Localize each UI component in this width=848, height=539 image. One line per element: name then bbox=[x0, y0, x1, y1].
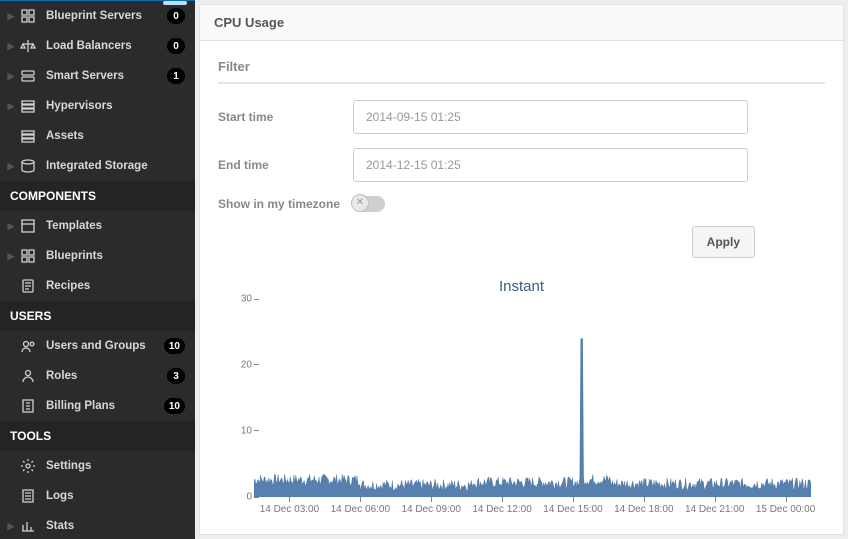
nav-list: ▶Blueprint Servers0▶Load Balancers0▶Smar… bbox=[0, 1, 195, 539]
count-badge: 10 bbox=[164, 338, 185, 354]
panel-body: Filter Start time End time Show in my ti… bbox=[199, 41, 844, 535]
sidebar-item-label: Users and Groups bbox=[46, 340, 164, 352]
start-time-input[interactable] bbox=[353, 100, 748, 134]
server-icon bbox=[18, 68, 38, 84]
toggle-knob-icon: ✕ bbox=[351, 194, 369, 212]
x-axis-tick: 14 Dec 09:00 bbox=[401, 504, 461, 515]
filter-row-start: Start time bbox=[218, 100, 825, 134]
chart-container: Instant 0 10 20 30 14 Dec 03:00 14 Dec 06:00… bbox=[218, 278, 825, 519]
apply-button[interactable]: Apply bbox=[692, 226, 755, 258]
stats-icon bbox=[18, 518, 38, 534]
sidebar-item-blueprint-servers[interactable]: ▶ Blueprint Servers0 bbox=[0, 1, 195, 31]
grid-icon bbox=[18, 8, 38, 24]
x-axis-tick: 15 Dec 00:00 bbox=[756, 504, 816, 515]
count-badge: 10 bbox=[164, 398, 185, 414]
chevron-right-icon: ▶ bbox=[6, 11, 16, 22]
sidebar-item-stats[interactable]: ▶ Stats bbox=[0, 511, 195, 539]
sidebar-item-load-balancers[interactable]: ▶ Load Balancers0 bbox=[0, 31, 195, 61]
sidebar-item-label: Settings bbox=[46, 460, 185, 472]
sidebar-item-label: Integrated Storage bbox=[46, 160, 185, 172]
section-header: USERS bbox=[0, 301, 195, 331]
chevron-right-icon: ▶ bbox=[6, 161, 16, 172]
sidebar-item-label: Billing Plans bbox=[46, 400, 164, 412]
y-axis-tick: 30 bbox=[232, 294, 252, 305]
chevron-right-icon: ▶ bbox=[6, 41, 16, 52]
filter-row-timezone: Show in my timezone ✕ bbox=[218, 196, 825, 212]
sidebar-item-recipes[interactable]: Recipes bbox=[0, 271, 195, 301]
timezone-toggle[interactable]: ✕ bbox=[353, 196, 385, 212]
count-badge: 3 bbox=[167, 368, 185, 384]
sidebar-item-integrated-storage[interactable]: ▶ Integrated Storage bbox=[0, 151, 195, 181]
x-axis-tick: 14 Dec 03:00 bbox=[260, 504, 320, 515]
count-badge: 0 bbox=[167, 38, 185, 54]
grid-icon bbox=[18, 248, 38, 264]
sidebar-item-billing-plans[interactable]: Billing Plans10 bbox=[0, 391, 195, 421]
sidebar-item-label: Roles bbox=[46, 370, 167, 382]
timezone-label: Show in my timezone bbox=[218, 197, 353, 211]
page-title: CPU Usage bbox=[199, 4, 844, 41]
sidebar-item-label: Load Balancers bbox=[46, 40, 167, 52]
cpu-chart: 0102030 14 Dec 03:0014 Dec 06:0014 Dec 0… bbox=[244, 299, 811, 519]
section-header: TOOLS bbox=[0, 421, 195, 451]
bill-icon bbox=[18, 398, 38, 414]
chart-series-area bbox=[254, 339, 811, 497]
x-axis-tick: 14 Dec 06:00 bbox=[331, 504, 391, 515]
chart-plot bbox=[254, 299, 811, 497]
chevron-right-icon: ▶ bbox=[6, 221, 16, 232]
users-icon bbox=[18, 338, 38, 354]
divider bbox=[218, 82, 825, 84]
sidebar-item-blueprints[interactable]: ▶ Blueprints bbox=[0, 241, 195, 271]
sidebar-item-label: Recipes bbox=[46, 280, 185, 292]
x-axis-tick: 14 Dec 21:00 bbox=[685, 504, 745, 515]
sidebar-item-settings[interactable]: Settings bbox=[0, 451, 195, 481]
filter-row-end: End time bbox=[218, 148, 825, 182]
x-axis-tick: 14 Dec 18:00 bbox=[614, 504, 674, 515]
role-icon bbox=[18, 368, 38, 384]
gear-icon bbox=[18, 458, 38, 474]
sidebar-item-assets[interactable]: Assets bbox=[0, 121, 195, 151]
stack-icon bbox=[18, 98, 38, 114]
chart-title: Instant bbox=[222, 278, 821, 295]
count-badge: 1 bbox=[167, 68, 185, 84]
y-axis-tick: 0 bbox=[232, 492, 252, 503]
main-panel: CPU Usage Filter Start time End time Sho… bbox=[195, 0, 848, 539]
chevron-right-icon: ▶ bbox=[6, 251, 16, 262]
section-header: COMPONENTS bbox=[0, 181, 195, 211]
start-time-label: Start time bbox=[218, 110, 353, 124]
sidebar-item-templates[interactable]: ▶ Templates bbox=[0, 211, 195, 241]
sidebar-item-logs[interactable]: Logs bbox=[0, 481, 195, 511]
sidebar-item-label: Smart Servers bbox=[46, 70, 167, 82]
sidebar-item-users-and-groups[interactable]: Users and Groups10 bbox=[0, 331, 195, 361]
end-time-label: End time bbox=[218, 158, 353, 172]
sidebar-item-label: Blueprints bbox=[46, 250, 185, 262]
balance-icon bbox=[18, 38, 38, 54]
sidebar-item-label: Hypervisors bbox=[46, 100, 185, 112]
sidebar-item-roles[interactable]: Roles3 bbox=[0, 361, 195, 391]
stack-icon bbox=[18, 128, 38, 144]
x-axis-tick: 14 Dec 15:00 bbox=[543, 504, 603, 515]
logs-icon bbox=[18, 488, 38, 504]
end-time-input[interactable] bbox=[353, 148, 748, 182]
x-axis-tick: 14 Dec 12:00 bbox=[472, 504, 532, 515]
template-icon bbox=[18, 218, 38, 234]
recipe-icon bbox=[18, 278, 38, 294]
sidebar-item-label: Stats bbox=[46, 520, 185, 532]
filter-heading: Filter bbox=[218, 59, 825, 74]
chevron-right-icon: ▶ bbox=[6, 71, 16, 82]
storage-icon bbox=[18, 158, 38, 174]
sidebar-item-smart-servers[interactable]: ▶ Smart Servers1 bbox=[0, 61, 195, 91]
sidebar: ▶Blueprint Servers0▶Load Balancers0▶Smar… bbox=[0, 0, 195, 539]
chevron-right-icon: ▶ bbox=[6, 521, 16, 532]
top-toolbar-strip bbox=[0, 0, 195, 1]
chevron-right-icon: ▶ bbox=[6, 101, 16, 112]
sidebar-item-label: Blueprint Servers bbox=[46, 10, 167, 22]
y-axis-tick: 20 bbox=[232, 359, 252, 370]
sidebar-item-label: Templates bbox=[46, 220, 185, 232]
sidebar-item-label: Logs bbox=[46, 490, 185, 502]
count-badge: 0 bbox=[167, 8, 185, 24]
y-axis-tick: 10 bbox=[232, 425, 252, 436]
sidebar-item-label: Assets bbox=[46, 130, 185, 142]
sidebar-item-hypervisors[interactable]: ▶ Hypervisors bbox=[0, 91, 195, 121]
